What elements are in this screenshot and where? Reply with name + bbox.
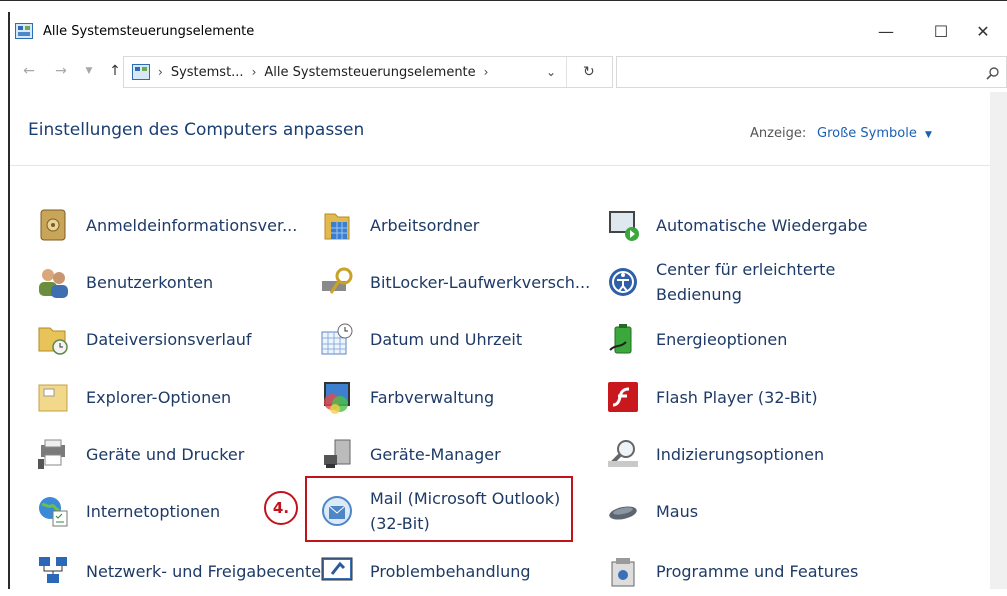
chevron-right-icon[interactable]: › <box>158 65 163 79</box>
back-icon[interactable]: ← <box>18 60 40 82</box>
search-input[interactable] <box>616 56 1007 88</box>
item-label: Explorer-Optionen <box>86 387 232 407</box>
page-title: Einstellungen des Computers anpassen <box>28 120 365 140</box>
divider <box>10 165 1007 166</box>
recent-dropdown-icon[interactable]: ▼ <box>78 60 100 82</box>
minimize-button[interactable]: — <box>863 12 909 50</box>
item-label: Internetoptionen <box>86 501 221 521</box>
item-credential-manager[interactable]: Anmeldeinformationsver... <box>34 200 297 250</box>
item-label: Netzwerk- und Freigabecenter <box>86 561 328 581</box>
item-work-folders[interactable]: Arbeitsordner <box>318 200 479 250</box>
item-color-management[interactable]: Farbverwaltung <box>318 372 494 422</box>
item-indexing-options[interactable]: Indizierungsoptionen <box>604 429 824 479</box>
item-label: Problembehandlung <box>370 561 531 581</box>
item-label: Geräte und Drucker <box>86 444 245 464</box>
maximize-button[interactable]: ☐ <box>918 12 964 50</box>
item-power-options[interactable]: Energieoptionen <box>604 314 787 364</box>
step-badge: 4. <box>264 491 298 525</box>
indexing-options-icon <box>604 435 642 473</box>
chevron-right-icon[interactable]: › <box>484 65 489 79</box>
item-label: Maus <box>656 501 699 521</box>
autoplay-icon <box>604 206 642 244</box>
file-history-icon <box>34 320 72 358</box>
forward-icon[interactable]: → <box>50 60 72 82</box>
internet-options-icon <box>34 492 72 530</box>
chevron-down-icon[interactable]: ⌄ <box>546 65 556 79</box>
network-sharing-icon <box>34 552 72 590</box>
item-explorer-options[interactable]: Explorer-Optionen <box>34 372 231 422</box>
date-time-icon <box>318 320 356 358</box>
flash-player-icon <box>604 378 642 416</box>
item-label: Datum und Uhrzeit <box>370 329 523 349</box>
item-label: Indizierungsoptionen <box>656 444 825 464</box>
item-file-history[interactable]: Dateiversionsverlauf <box>34 314 252 364</box>
breadcrumb-item[interactable]: Alle Systemsteuerungselemente <box>264 65 475 80</box>
explorer-options-icon <box>34 378 72 416</box>
item-label: Dateiversionsverlauf <box>86 329 252 349</box>
item-device-manager[interactable]: Geräte-Manager <box>318 429 501 479</box>
scrollbar[interactable] <box>990 92 1007 589</box>
item-devices-printers[interactable]: Geräte und Drucker <box>34 429 244 479</box>
mouse-icon <box>604 492 642 530</box>
window-left-border <box>8 12 10 589</box>
bitlocker-icon <box>318 263 356 301</box>
caret-down-icon: ▼ <box>924 130 932 140</box>
item-label: Automatische Wiedergabe <box>656 215 868 235</box>
item-label: Flash Player (32-Bit) <box>656 387 818 407</box>
item-date-time[interactable]: Datum und Uhrzeit <box>318 314 522 364</box>
control-panel-icon <box>15 23 33 39</box>
item-internet-options[interactable]: Internetoptionen <box>34 486 220 536</box>
highlight-box <box>305 476 573 542</box>
item-user-accounts[interactable]: Benutzerkonten <box>34 257 213 307</box>
chevron-right-icon[interactable]: › <box>252 65 257 79</box>
devices-printers-icon <box>34 435 72 473</box>
item-ease-of-access[interactable]: Center für erleichterte Bedienung <box>604 257 856 307</box>
view-label: Anzeige: <box>750 126 807 141</box>
item-label: Center für erleichterte Bedienung <box>656 260 836 304</box>
address-row: ← → ▼ ↑ › Systemst... › Alle Systemsteue… <box>10 52 1007 92</box>
close-button[interactable]: ✕ <box>960 12 1006 50</box>
item-label: Anmeldeinformationsver... <box>86 215 298 235</box>
ease-of-access-icon <box>604 263 642 301</box>
breadcrumb-item[interactable]: Systemst... <box>171 65 244 80</box>
power-options-icon <box>604 320 642 358</box>
item-label: Farbverwaltung <box>370 387 495 407</box>
work-folders-icon <box>318 206 356 244</box>
item-label: Programme und Features <box>656 561 859 581</box>
refresh-icon[interactable]: ↻ <box>583 64 595 80</box>
search-icon <box>986 67 999 80</box>
item-mouse[interactable]: Maus <box>604 486 698 536</box>
view-value: Große Symbole <box>817 126 917 141</box>
item-label: BitLocker-Laufwerkversch... <box>370 272 591 292</box>
view-dropdown[interactable]: Große Symbole ▼ <box>817 126 932 141</box>
divider <box>566 57 567 87</box>
item-label: Energieoptionen <box>656 329 788 349</box>
address-bar[interactable]: › Systemst... › Alle Systemsteuerungsele… <box>123 56 613 88</box>
item-autoplay[interactable]: Automatische Wiedergabe <box>604 200 867 250</box>
control-panel-small-icon <box>132 64 150 80</box>
title-bar[interactable]: Alle Systemsteuerungselemente — ☐ ✕ <box>10 12 1007 50</box>
item-flash-player[interactable]: Flash Player (32-Bit) <box>604 372 818 422</box>
credential-vault-icon <box>34 206 72 244</box>
item-label: Benutzerkonten <box>86 272 214 292</box>
programs-features-icon <box>604 552 642 590</box>
item-label: Arbeitsordner <box>370 215 480 235</box>
user-accounts-icon <box>34 263 72 301</box>
item-label: Geräte-Manager <box>370 444 501 464</box>
troubleshooting-icon <box>318 552 356 590</box>
item-bitlocker[interactable]: BitLocker-Laufwerkversch... <box>318 257 590 307</box>
device-manager-icon <box>318 435 356 473</box>
window-title: Alle Systemsteuerungselemente <box>43 23 255 39</box>
color-management-icon <box>318 378 356 416</box>
